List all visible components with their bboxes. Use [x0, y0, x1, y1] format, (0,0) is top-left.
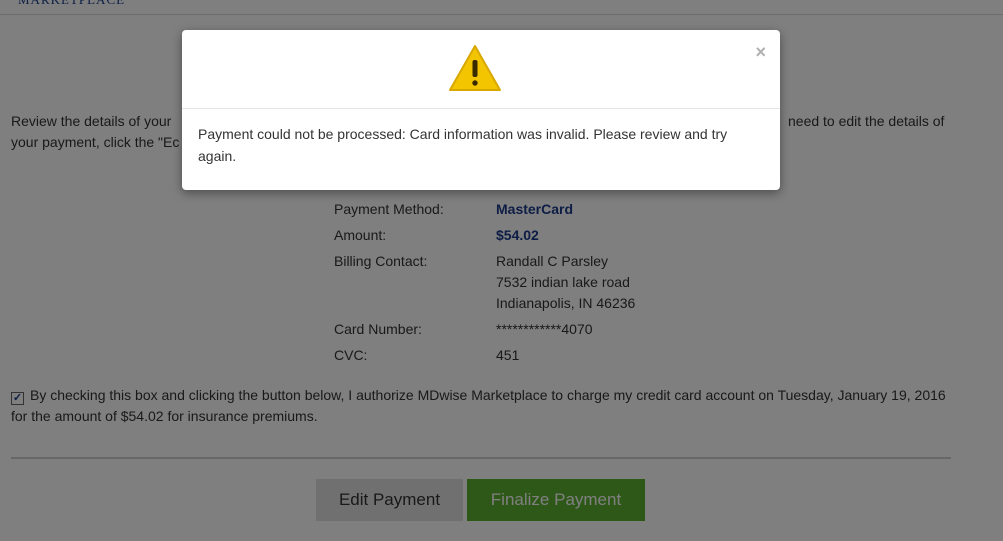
- error-modal: × Payment could not be processed: Card i…: [182, 30, 780, 190]
- warning-icon: [449, 45, 501, 91]
- modal-message: Payment could not be processed: Card inf…: [198, 126, 728, 164]
- close-icon[interactable]: ×: [755, 43, 766, 61]
- payment-review-page: MARKETPLACE Review the details of your n…: [0, 0, 1003, 541]
- modal-header: ×: [182, 30, 780, 109]
